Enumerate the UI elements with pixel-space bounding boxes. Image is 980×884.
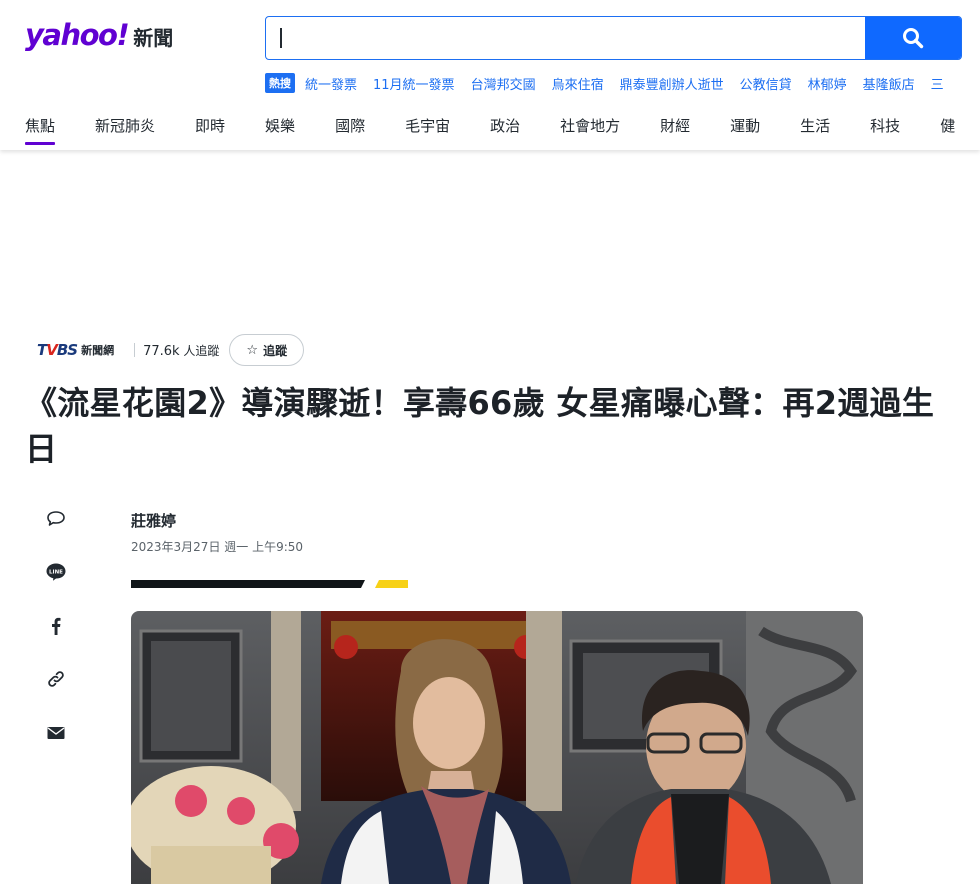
follower-number: 77.6k [143,343,180,359]
publisher-logo[interactable]: TVBS 新聞網 [37,341,114,359]
text-caret [280,28,282,48]
mail-icon [47,727,65,739]
nav-tab[interactable]: 社會地方 [560,112,620,148]
search-input[interactable] [266,17,866,59]
yahoo-news-logo[interactable]: yahoo! 新聞 [25,18,173,52]
facebook-share-button[interactable] [40,610,72,642]
search-box [265,16,962,60]
publisher-name: 新聞網 [81,344,115,357]
email-share-button[interactable] [40,717,72,749]
publish-date: 2023年3月27日 週一 上午9:50 [131,540,304,554]
nav-tab[interactable]: 娛樂 [265,112,295,148]
nav-tab-focus[interactable]: 焦點 [25,112,56,148]
article-headline: 《流星花園2》導演驟逝！享壽66歲 女星痛曝心聲：再2週過生日 [25,384,935,468]
photo-illustration [131,611,863,884]
search-icon [903,28,924,49]
line-icon: LINE [46,563,66,581]
nav-tab[interactable]: 國際 [335,112,365,148]
nav-tab[interactable]: 即時 [195,112,225,148]
trending-link[interactable]: 統一發票 [305,74,357,93]
trending-link[interactable]: 林郁婷 [808,74,847,93]
follower-count: 77.6k 人追蹤 [143,342,219,359]
search-button[interactable] [865,17,961,59]
nav-tab[interactable]: 運動 [730,112,760,148]
star-icon: ☆ [246,342,259,358]
hot-search-badge: 熱搜 [265,73,295,93]
trending-link[interactable]: 公教信貸 [740,74,792,93]
logo-section: 新聞 [133,26,174,50]
follow-label: 追蹤 [263,343,288,358]
nav-tab[interactable]: 生活 [800,112,830,148]
trending-link[interactable]: 鼎泰豐創辦人逝世 [620,74,724,93]
decorative-divider [131,580,408,588]
trending-link[interactable]: 三 [931,74,944,93]
link-icon [48,671,64,687]
author-name[interactable]: 莊雅婷 [131,510,176,531]
trending-link[interactable]: 11月統一發票 [373,74,455,93]
copy-link-button[interactable] [40,663,72,695]
site-header: yahoo! 新聞 熱搜 統一發票 11月統一發票 台灣邦交國 烏來住宿 鼎泰豐… [0,0,980,150]
logo-brand: yahoo! [25,18,130,52]
follower-label: 人追蹤 [183,343,220,358]
trending-bar: 熱搜 統一發票 11月統一發票 台灣邦交國 烏來住宿 鼎泰豐創辦人逝世 公教信貸… [265,73,960,93]
divider [134,343,136,357]
category-nav: 焦點 新冠肺炎 即時 娛樂 國際 毛宇宙 政治 社會地方 財經 運動 生活 科技… [0,112,980,148]
facebook-icon [52,617,61,635]
comment-icon [47,511,65,526]
comment-button[interactable] [40,503,72,535]
nav-tab[interactable]: 健 [940,112,955,148]
trending-link[interactable]: 烏來住宿 [552,74,604,93]
nav-tab[interactable]: 科技 [870,112,900,148]
follow-button[interactable]: ☆ 追蹤 [229,334,305,366]
article-photo [131,611,863,884]
trending-link[interactable]: 台灣邦交國 [471,74,536,93]
tvbs-logo-mark: TVBS [37,341,78,359]
publisher-row: TVBS 新聞網 77.6k 人追蹤 ☆ 追蹤 [37,334,305,366]
nav-tab[interactable]: 毛宇宙 [405,112,450,148]
trending-link[interactable]: 基隆飯店 [863,74,915,93]
svg-text:LINE: LINE [49,570,63,576]
line-share-button[interactable]: LINE [40,556,72,588]
nav-tab[interactable]: 政治 [490,112,520,148]
nav-tab[interactable]: 新冠肺炎 [95,112,155,148]
nav-tab[interactable]: 財經 [660,112,690,148]
